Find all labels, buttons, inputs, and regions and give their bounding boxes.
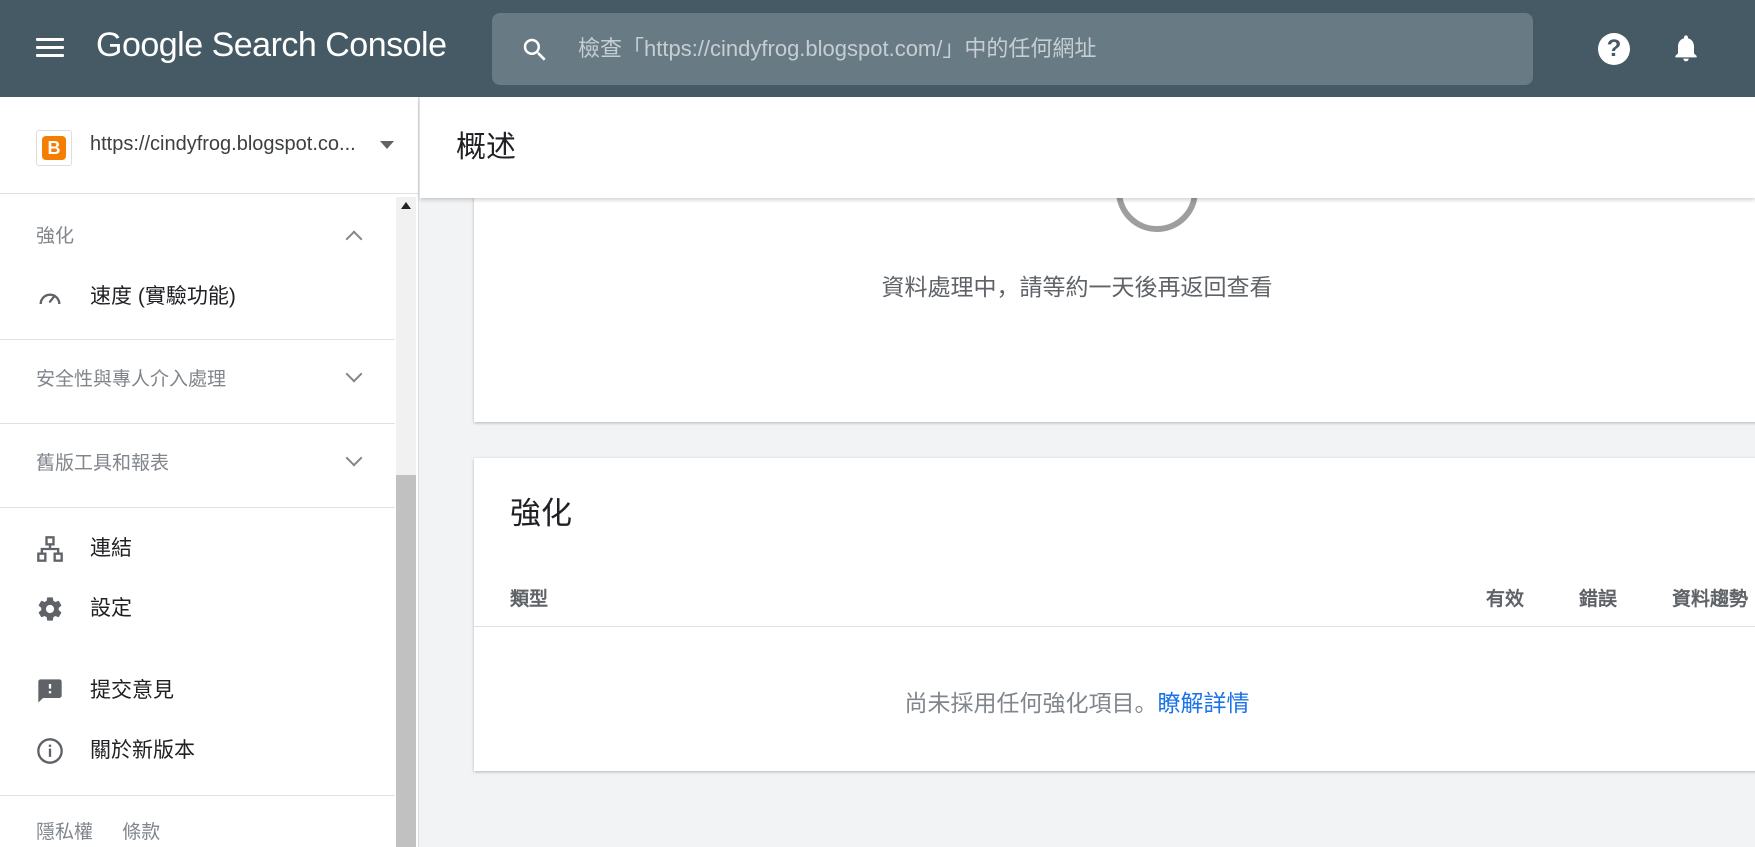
section-label: 強化 <box>36 226 75 247</box>
chevron-up-icon <box>345 230 363 248</box>
divider <box>0 795 395 796</box>
sidebar-item-label: 提交意見 <box>90 679 174 702</box>
notifications-bell-icon[interactable] <box>1670 30 1702 66</box>
info-icon <box>37 738 63 764</box>
footer-links: 隱私權 條款 <box>36 817 184 844</box>
gear-icon <box>38 597 62 621</box>
terms-link[interactable]: 條款 <box>122 822 160 843</box>
scrollbar-thumb[interactable] <box>396 475 416 847</box>
scroll-up-arrow-icon[interactable] <box>401 202 411 209</box>
sidebar-item-links[interactable]: 連結 <box>0 521 395 577</box>
column-header-type: 類型 <box>510 589 549 610</box>
page-title: 概述 <box>456 131 516 164</box>
help-icon[interactable]: ? <box>1598 33 1630 65</box>
sidebar-item-label: 速度 (實驗功能) <box>90 285 236 308</box>
empty-state-text: 尚未採用任何強化項目。 <box>904 690 1158 716</box>
sidebar-item-label: 設定 <box>90 597 132 620</box>
main-header: 概述 <box>420 97 1755 198</box>
enhancements-card: 強化 類型 有效 錯誤 資料趨勢 尚未採用任何強化項目。瞭解詳情 <box>474 458 1755 771</box>
speedometer-icon <box>39 293 61 305</box>
property-url: https://cindyfrog.blogspot.co... <box>90 133 356 155</box>
section-legacy-tools[interactable]: 舊版工具和報表 <box>0 424 395 504</box>
top-app-bar: Google Search Console ? <box>0 0 1755 97</box>
column-header-valid: 有效 <box>1486 589 1525 610</box>
sidebar: B https://cindyfrog.blogspot.co... 強化 速度… <box>0 97 419 847</box>
table-divider <box>474 626 1755 627</box>
sidebar-item-label: 關於新版本 <box>90 739 195 762</box>
chevron-down-icon <box>345 365 363 383</box>
learn-more-link[interactable]: 瞭解詳情 <box>1158 690 1250 716</box>
sidebar-scrollbar[interactable] <box>396 197 416 847</box>
card-title: 強化 <box>510 496 572 531</box>
processing-message: 資料處理中，請等約一天後再返回查看 <box>881 274 1273 300</box>
property-selector[interactable]: B https://cindyfrog.blogspot.co... <box>0 97 419 194</box>
sidebar-nav: 強化 速度 (實驗功能) 安全性與專人介入處理 舊版工具和報表 連結 設定 提交… <box>0 197 395 847</box>
sidebar-item-feedback[interactable]: 提交意見 <box>0 663 395 719</box>
sidebar-item-label: 連結 <box>90 537 132 560</box>
chevron-down-icon <box>345 449 363 467</box>
privacy-link[interactable]: 隱私權 <box>36 822 93 843</box>
sidebar-item-settings[interactable]: 設定 <box>0 581 395 637</box>
sitemap-links-icon <box>37 536 63 562</box>
empty-state: 尚未採用任何強化項目。瞭解詳情 <box>474 684 1680 718</box>
search-input[interactable] <box>578 13 1508 85</box>
blogger-logo-icon: B <box>36 130 72 166</box>
section-label: 舊版工具和報表 <box>36 453 170 474</box>
app-logo[interactable]: Google Search Console <box>96 26 447 65</box>
sidebar-item-speed[interactable]: 速度 (實驗功能) <box>0 269 395 325</box>
caret-down-icon[interactable] <box>380 141 394 149</box>
performance-card: 資料處理中，請等約一天後再返回查看 <box>474 150 1755 422</box>
section-security[interactable]: 安全性與專人介入處理 <box>0 340 395 420</box>
section-enhancements[interactable]: 強化 <box>0 197 395 277</box>
feedback-icon <box>38 679 62 703</box>
search-icon[interactable] <box>520 35 550 65</box>
url-inspection-search[interactable] <box>492 13 1533 85</box>
column-header-trend: 資料趨勢 <box>1672 589 1749 610</box>
column-header-errors: 錯誤 <box>1579 589 1618 610</box>
divider <box>0 507 395 508</box>
hamburger-menu-icon[interactable] <box>36 34 70 64</box>
section-label: 安全性與專人介入處理 <box>36 369 227 390</box>
sidebar-item-about[interactable]: 關於新版本 <box>0 723 395 779</box>
